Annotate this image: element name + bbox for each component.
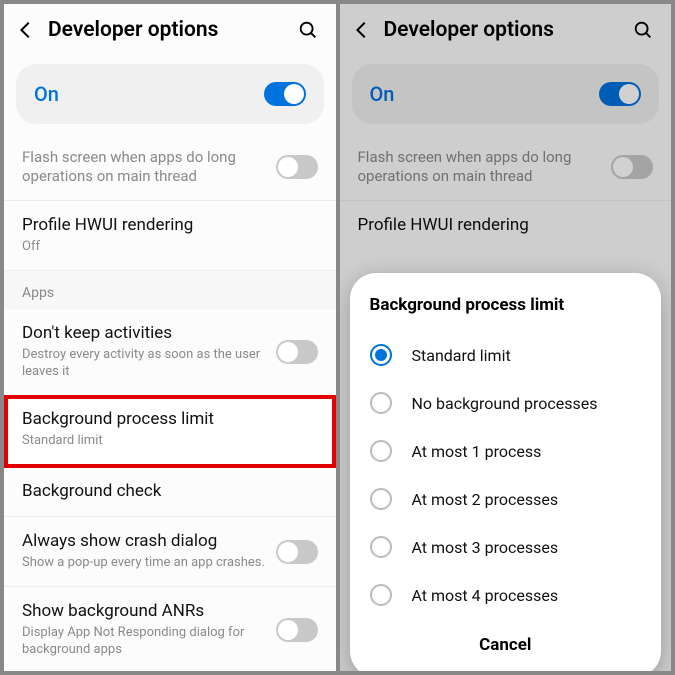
flash-label: Flash screen when apps do long operation… <box>22 148 276 186</box>
option-label: At most 2 processes <box>412 490 559 509</box>
radio-icon <box>370 344 392 366</box>
row-background-check[interactable]: Background check <box>4 467 336 517</box>
header: Developer options <box>4 4 336 56</box>
row-always-show-crash[interactable]: Always show crash dialog Show a pop-up e… <box>4 517 336 587</box>
cancel-button[interactable]: Cancel <box>370 619 642 661</box>
row-profile-hwui[interactable]: Profile HWUI rendering Off <box>4 201 336 271</box>
master-toggle-switch[interactable] <box>264 82 306 106</box>
dka-label: Don't keep activities <box>22 323 276 344</box>
radio-icon <box>370 440 392 462</box>
option-at-most-2[interactable]: At most 2 processes <box>370 475 642 523</box>
option-at-most-1[interactable]: At most 1 process <box>370 427 642 475</box>
master-toggle-card[interactable]: On <box>16 64 324 124</box>
master-toggle-label: On <box>34 82 264 106</box>
option-standard-limit[interactable]: Standard limit <box>370 331 642 379</box>
option-at-most-3[interactable]: At most 3 processes <box>370 523 642 571</box>
row-background-process-limit[interactable]: Background process limit Standard limit <box>4 395 336 468</box>
option-no-background[interactable]: No background processes <box>370 379 642 427</box>
back-icon[interactable] <box>14 18 38 42</box>
option-at-most-4[interactable]: At most 4 processes <box>370 571 642 619</box>
phone-right: Developer options On Flash screen when a… <box>340 4 672 671</box>
hwui-sub: Off <box>22 239 318 256</box>
option-label: Standard limit <box>412 346 511 365</box>
radio-icon <box>370 392 392 414</box>
option-label: No background processes <box>412 394 598 413</box>
row-dont-keep-activities[interactable]: Don't keep activities Destroy every acti… <box>4 309 336 396</box>
bpl-dialog: Background process limit Standard limit … <box>350 273 662 671</box>
option-label: At most 4 processes <box>412 586 559 605</box>
crash-sub: Show a pop-up every time an app crashes. <box>22 555 276 572</box>
anr-label: Show background ANRs <box>22 601 276 622</box>
dialog-title: Background process limit <box>370 295 642 315</box>
radio-icon <box>370 584 392 606</box>
search-icon[interactable] <box>296 18 320 42</box>
option-label: At most 3 processes <box>412 538 559 557</box>
section-apps: Apps <box>4 271 336 309</box>
bpl-label: Background process limit <box>22 409 318 430</box>
option-label: At most 1 process <box>412 442 542 461</box>
crash-label: Always show crash dialog <box>22 531 276 552</box>
page-title: Developer options <box>48 18 296 42</box>
crash-toggle[interactable] <box>276 540 318 564</box>
radio-icon <box>370 488 392 510</box>
radio-icon <box>370 536 392 558</box>
phone-left: Developer options On Flash screen when a… <box>4 4 336 671</box>
bgcheck-label: Background check <box>22 481 318 502</box>
row-show-anrs[interactable]: Show background ANRs Display App Not Res… <box>4 587 336 671</box>
row-flash-screen[interactable]: Flash screen when apps do long operation… <box>4 134 336 201</box>
dka-sub: Destroy every activity as soon as the us… <box>22 347 276 381</box>
anr-toggle[interactable] <box>276 618 318 642</box>
anr-sub: Display App Not Responding dialog for ba… <box>22 625 276 659</box>
bpl-sub: Standard limit <box>22 433 318 450</box>
flash-toggle[interactable] <box>276 155 318 179</box>
dka-toggle[interactable] <box>276 340 318 364</box>
hwui-label: Profile HWUI rendering <box>22 215 318 236</box>
